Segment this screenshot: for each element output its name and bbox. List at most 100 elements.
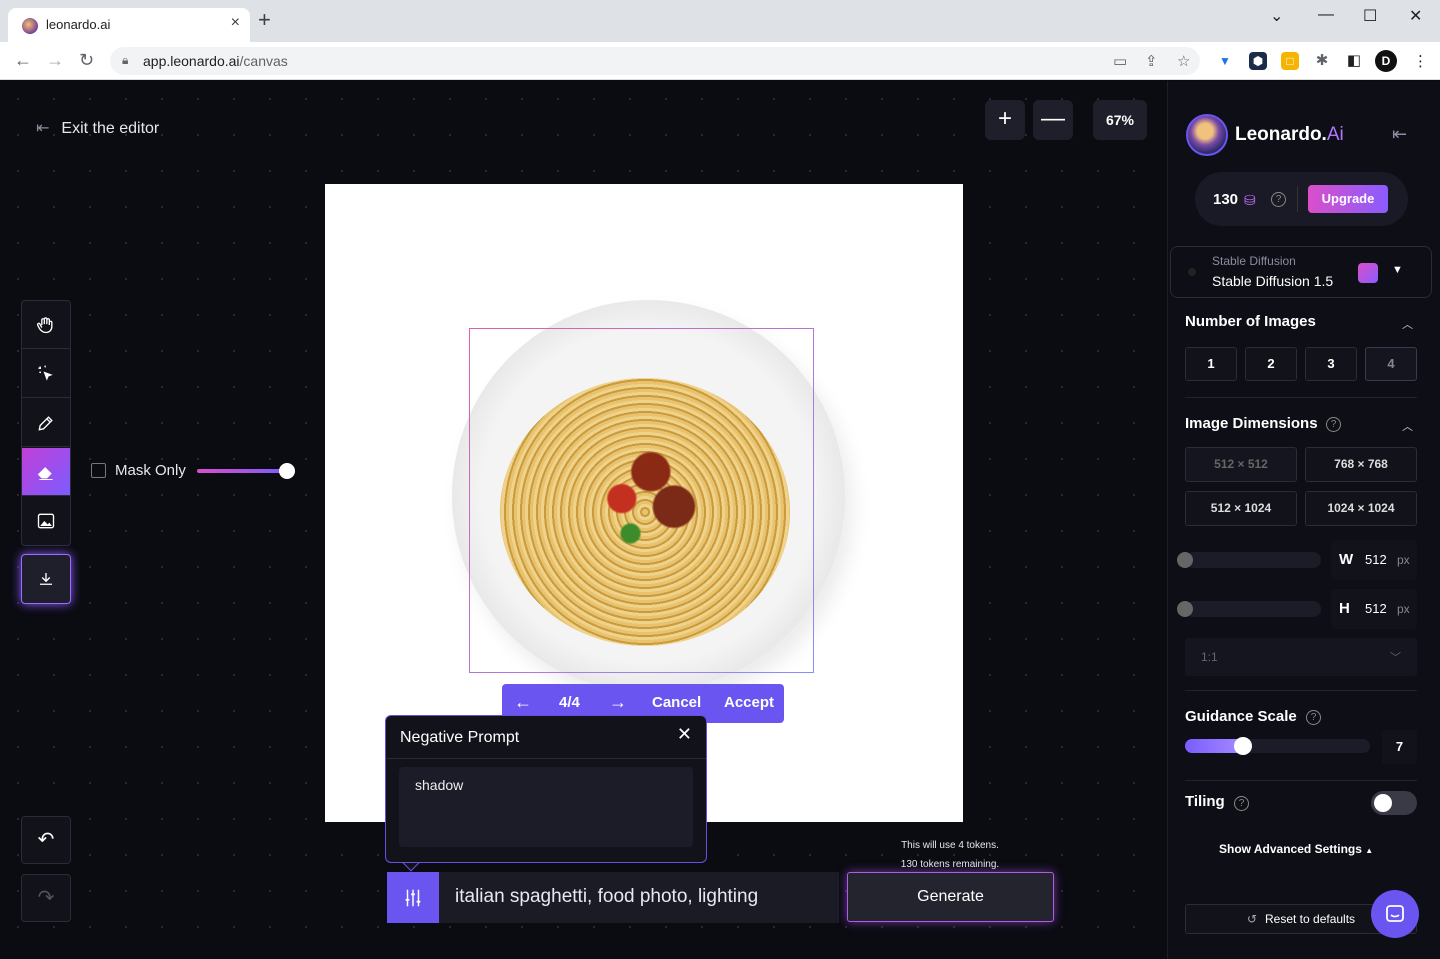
download-button[interactable]: [21, 554, 71, 604]
chevron-up-icon[interactable]: ︿: [1402, 418, 1413, 434]
profile-avatar[interactable]: D: [1375, 50, 1397, 72]
eraser-tool-button[interactable]: [22, 448, 70, 496]
window-close-icon[interactable]: ✕: [1409, 6, 1422, 26]
exit-arrow-icon: ⇤: [36, 120, 50, 137]
brush-tool-button[interactable]: [22, 399, 70, 447]
show-advanced-settings-button[interactable]: Show Advanced Settings ▲: [1219, 842, 1373, 856]
height-field[interactable]: H 512 px: [1331, 589, 1417, 629]
tab-search-icon[interactable]: ⌄: [1270, 6, 1283, 26]
extension-yellow-icon[interactable]: □: [1281, 52, 1299, 70]
pan-tool-button[interactable]: [22, 301, 70, 349]
section-divider: [1185, 397, 1417, 398]
zoom-in-button[interactable]: +: [985, 100, 1025, 140]
select-tool-button[interactable]: [22, 350, 70, 398]
chevron-down-icon[interactable]: ▼: [1392, 264, 1403, 276]
model-notes-icon: [1358, 263, 1378, 283]
image-tool-button[interactable]: [22, 497, 70, 545]
extension-shield-icon[interactable]: ⬢: [1249, 52, 1267, 70]
brush-size-slider[interactable]: [197, 469, 287, 473]
cancel-button[interactable]: Cancel: [652, 694, 701, 711]
dimension-option[interactable]: 512 × 1024: [1185, 491, 1297, 526]
sliders-icon: [405, 889, 421, 906]
exit-editor-link[interactable]: ⇤ Exit the editor: [36, 118, 159, 138]
generation-frame[interactable]: [469, 328, 814, 673]
guidance-slider-knob[interactable]: [1234, 737, 1252, 755]
token-usage-line: This will use 4 tokens.: [901, 840, 999, 851]
prompt-input[interactable]: italian spaghetti, food photo, lighting: [439, 872, 839, 923]
upgrade-button[interactable]: Upgrade: [1308, 185, 1388, 213]
zoom-out-button[interactable]: —: [1033, 100, 1073, 140]
address-bar[interactable]: 🔒︎ app.leonardo.ai/canvas: [110, 47, 1200, 75]
forward-icon[interactable]: →: [46, 50, 64, 71]
chevron-up-icon[interactable]: ︿: [1402, 316, 1413, 332]
aspect-ratio-value: 1:1: [1201, 650, 1218, 664]
favicon-icon: [22, 18, 38, 34]
dimension-option[interactable]: 768 × 768: [1305, 447, 1417, 482]
url-path: /canvas: [239, 53, 288, 69]
height-slider-knob[interactable]: [1177, 601, 1193, 617]
brush-size-knob[interactable]: [279, 463, 295, 479]
section-divider: [1185, 780, 1417, 781]
extensions-puzzle-icon[interactable]: ✱: [1313, 52, 1331, 70]
new-tab-icon[interactable]: +: [258, 9, 271, 31]
previous-generation-icon[interactable]: ←: [514, 692, 532, 713]
num-images-title: Number of Images: [1185, 313, 1316, 330]
tab-close-icon[interactable]: ×: [231, 14, 240, 32]
maximize-icon[interactable]: ☐: [1363, 6, 1377, 26]
negative-prompt-input[interactable]: shadow: [399, 767, 693, 847]
collapse-sidebar-icon[interactable]: ⇤: [1392, 124, 1407, 145]
back-icon[interactable]: ←: [14, 50, 32, 71]
reset-label: Reset to defaults: [1265, 912, 1356, 926]
clipboard-icon[interactable]: ▭: [1113, 52, 1127, 70]
help-icon[interactable]: ?: [1306, 710, 1321, 725]
zoom-level[interactable]: 67%: [1093, 100, 1147, 140]
guidance-scale-title: Guidance Scale: [1185, 708, 1297, 725]
close-icon[interactable]: ✕: [677, 724, 692, 745]
extension-v-icon[interactable]: ▼: [1216, 52, 1234, 70]
num-images-option[interactable]: 3: [1305, 347, 1357, 381]
height-slider[interactable]: [1185, 601, 1321, 617]
height-unit: px: [1397, 602, 1410, 616]
num-images-option[interactable]: 2: [1245, 347, 1297, 381]
sidepanel-icon[interactable]: ◧: [1345, 52, 1363, 70]
dimension-option-selected[interactable]: 512 × 512: [1185, 447, 1297, 482]
tool-panel: [21, 300, 71, 546]
share-icon[interactable]: ⇪: [1145, 52, 1158, 70]
download-icon: [40, 573, 52, 585]
height-value: 512: [1365, 601, 1387, 616]
menu-kebab-icon[interactable]: ⋮: [1413, 52, 1428, 70]
prompt-settings-button[interactable]: [387, 872, 439, 923]
width-label: W: [1339, 551, 1354, 568]
next-generation-icon[interactable]: →: [609, 692, 627, 713]
chat-support-button[interactable]: [1371, 890, 1419, 938]
dimension-option[interactable]: 1024 × 1024: [1305, 491, 1417, 526]
bookmark-star-icon[interactable]: ☆: [1177, 52, 1190, 70]
redo-button[interactable]: ↷: [21, 874, 71, 922]
minimize-icon[interactable]: —: [1318, 6, 1334, 24]
num-images-option[interactable]: 1: [1185, 347, 1237, 381]
width-slider[interactable]: [1185, 552, 1321, 568]
help-icon[interactable]: ?: [1326, 417, 1341, 432]
aspect-ratio-select[interactable]: 1:1 ﹀: [1185, 638, 1417, 676]
url-host: app.leonardo.ai: [143, 53, 240, 69]
token-count: 130: [1213, 191, 1239, 208]
image-dimensions-title: Image Dimensions: [1185, 415, 1318, 432]
generation-counter: 4/4: [559, 694, 580, 711]
mask-only-checkbox[interactable]: [91, 463, 106, 478]
accept-button[interactable]: Accept: [724, 694, 774, 711]
guidance-value[interactable]: 7: [1382, 730, 1417, 764]
hand-icon: [36, 316, 53, 333]
undo-button[interactable]: ↶: [21, 816, 71, 864]
width-slider-knob[interactable]: [1177, 552, 1193, 568]
reload-icon[interactable]: ↻: [79, 50, 94, 71]
negative-prompt-popup: Negative Prompt ✕ shadow: [385, 715, 707, 863]
width-value: 512: [1365, 552, 1387, 567]
help-icon[interactable]: ?: [1234, 796, 1249, 811]
brush-icon: [38, 415, 53, 431]
lock-icon: 🔒︎: [122, 53, 129, 67]
browser-tab[interactable]: leonardo.ai ×: [8, 8, 250, 42]
num-images-option-selected[interactable]: 4: [1365, 347, 1417, 381]
width-field[interactable]: W 512 px: [1331, 540, 1417, 580]
generate-button[interactable]: Generate: [847, 872, 1054, 922]
help-icon[interactable]: ?: [1271, 192, 1286, 207]
